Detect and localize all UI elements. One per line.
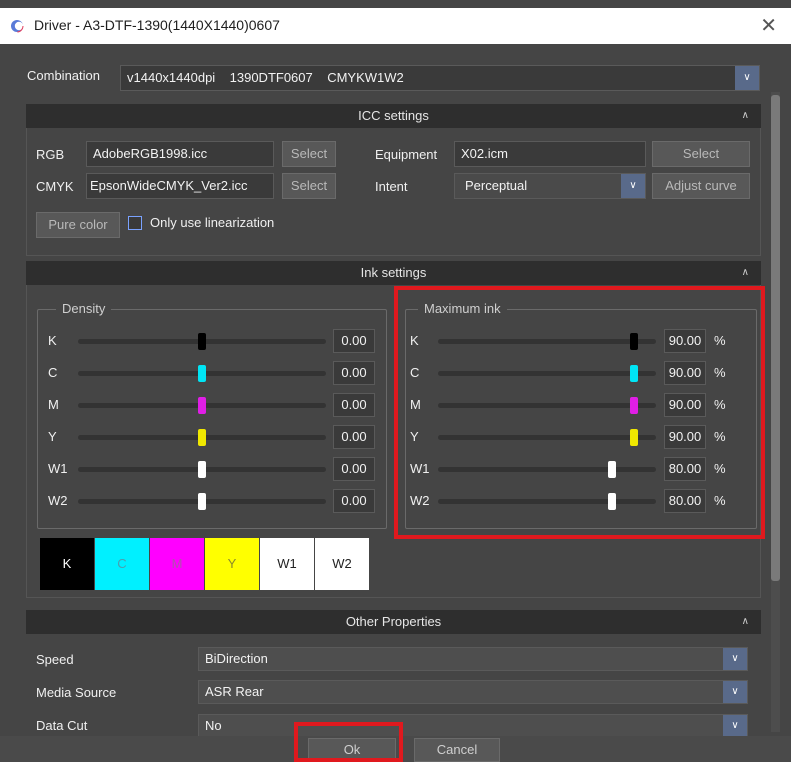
cmyk-select-button[interactable]: Select [282, 173, 336, 199]
other-properties-header[interactable]: Other Properties ∧ [26, 610, 761, 634]
speed-label: Speed [36, 652, 74, 667]
chevron-down-icon[interactable]: ∨ [723, 715, 747, 736]
chevron-up-icon: ∧ [741, 110, 749, 121]
only-linearization-checkbox[interactable] [128, 216, 142, 230]
maximum-ink-highlight [394, 286, 765, 539]
color-swatch[interactable]: C [95, 538, 149, 590]
pure-color-button[interactable]: Pure color [36, 212, 120, 238]
chevron-down-icon[interactable]: ∨ [735, 66, 759, 90]
density-value-field[interactable]: 0.00 [333, 425, 375, 449]
data-cut-select[interactable]: No ∨ [198, 714, 748, 736]
color-swatch[interactable]: W2 [315, 538, 369, 590]
density-slider-thumb[interactable] [198, 429, 206, 446]
title-bar: Driver - A3-DTF-1390(1440X1440)0607 ✕ [0, 8, 791, 44]
scrollbar-thumb[interactable] [771, 95, 780, 581]
density-value-field[interactable]: 0.00 [333, 361, 375, 385]
density-slider-thumb[interactable] [198, 493, 206, 510]
combination-label: Combination [27, 68, 100, 83]
combination-value: v1440x1440dpi 1390DTF0607 CMYKW1W2 [127, 70, 404, 85]
density-title: Density [56, 301, 112, 317]
density-slider-thumb[interactable] [198, 461, 206, 478]
combination-select[interactable]: v1440x1440dpi 1390DTF0607 CMYKW1W2 ∨ [120, 65, 760, 91]
density-label: W1 [48, 461, 68, 476]
density-value-field[interactable]: 0.00 [333, 329, 375, 353]
intent-value: Perceptual [465, 178, 528, 193]
cmyk-profile-field[interactable]: EpsonWideCMYK_Ver2.icc [86, 173, 274, 199]
speed-select[interactable]: BiDirection ∨ [198, 647, 748, 671]
intent-label: Intent [375, 179, 408, 194]
data-cut-label: Data Cut [36, 718, 88, 733]
icc-settings-header[interactable]: ICC settings ∧ [26, 104, 761, 128]
only-linearization-label: Only use linearization [150, 215, 275, 230]
app-logo-icon [10, 19, 24, 33]
rgb-select-button[interactable]: Select [282, 141, 336, 167]
color-swatch[interactable]: M [150, 538, 204, 590]
density-slider-thumb[interactable] [198, 397, 206, 414]
chevron-down-icon[interactable]: ∨ [723, 681, 747, 703]
rgb-profile-field[interactable]: AdobeRGB1998.icc [86, 141, 274, 167]
close-icon[interactable]: ✕ [760, 13, 777, 38]
rgb-label: RGB [36, 147, 65, 162]
equipment-profile-field[interactable]: X02.icm [454, 141, 646, 167]
density-value-field[interactable]: 0.00 [333, 393, 375, 417]
density-value-field[interactable]: 0.00 [333, 489, 375, 513]
data-cut-value: No [205, 718, 222, 733]
intent-select[interactable]: Perceptual ∨ [454, 173, 646, 199]
density-label: K [48, 333, 57, 348]
chevron-down-icon[interactable]: ∨ [621, 174, 645, 198]
equipment-select-button[interactable]: Select [652, 141, 750, 167]
ink-settings-title: Ink settings [360, 265, 427, 280]
density-slider-thumb[interactable] [198, 333, 206, 350]
other-properties-title: Other Properties [345, 614, 442, 629]
media-source-select[interactable]: ASR Rear ∨ [198, 680, 748, 704]
color-swatch[interactable]: W1 [260, 538, 314, 590]
driver-dialog: Driver - A3-DTF-1390(1440X1440)0607 ✕ Co… [0, 0, 791, 762]
density-value-field[interactable]: 0.00 [333, 457, 375, 481]
density-label: W2 [48, 493, 68, 508]
equipment-label: Equipment [375, 147, 438, 162]
chevron-up-icon: ∧ [741, 616, 749, 627]
cmyk-label: CMYK [36, 179, 74, 194]
icc-settings-title: ICC settings [358, 108, 429, 123]
ink-settings-header[interactable]: Ink settings ∧ [26, 261, 761, 285]
ok-button-highlight [294, 722, 403, 762]
chevron-up-icon: ∧ [741, 267, 749, 278]
color-swatch[interactable]: K [40, 538, 94, 590]
density-label: C [48, 365, 58, 380]
color-swatch[interactable]: Y [205, 538, 259, 590]
cancel-button[interactable]: Cancel [414, 738, 500, 762]
adjust-curve-button[interactable]: Adjust curve [652, 173, 750, 199]
media-source-value: ASR Rear [205, 684, 264, 699]
density-label: Y [48, 429, 57, 444]
media-source-label: Media Source [36, 685, 117, 700]
density-slider-thumb[interactable] [198, 365, 206, 382]
chevron-down-icon[interactable]: ∨ [723, 648, 747, 670]
density-label: M [48, 397, 59, 412]
speed-value: BiDirection [205, 651, 268, 666]
window-title: Driver - A3-DTF-1390(1440X1440)0607 [34, 17, 280, 33]
